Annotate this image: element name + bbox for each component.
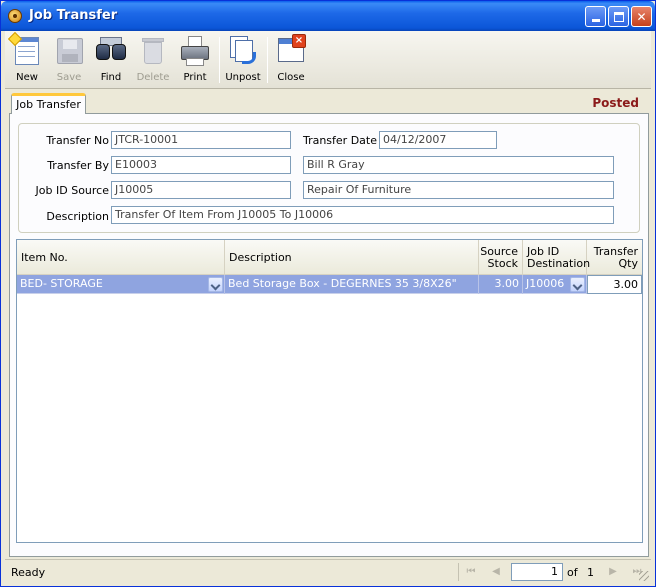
title-bar[interactable]: Job Transfer ✕ — [1, 1, 655, 31]
first-page-icon[interactable]: ⏮ — [464, 565, 478, 579]
window-title: Job Transfer — [29, 8, 118, 23]
transfer-no-field[interactable]: JTCR-10001 — [111, 131, 291, 149]
header-form: Transfer No JTCR-10001 Transfer Date 04/… — [18, 123, 640, 233]
close-button[interactable]: × Close — [271, 34, 311, 88]
delete-label: Delete — [136, 72, 170, 83]
status-separator — [458, 563, 459, 581]
job-id-source-field[interactable]: J10005 — [111, 181, 291, 199]
tab-job-transfer[interactable]: Job Transfer — [11, 93, 86, 114]
tab-strip: Job Transfer — [9, 93, 649, 114]
app-icon[interactable] — [8, 9, 22, 23]
transfer-date-label: Transfer Date — [302, 134, 377, 147]
posted-status-badge: Posted — [592, 96, 639, 110]
page-number-input[interactable]: 1 — [511, 563, 563, 581]
unpost-icon — [226, 34, 260, 68]
col-header-description[interactable]: Description — [225, 240, 479, 275]
save-label: Save — [56, 72, 82, 83]
transfer-items-grid: Item No. Description Source Stock Job ID D… — [16, 239, 643, 543]
page-of-label: of — [567, 566, 578, 579]
minimize-button[interactable] — [585, 6, 606, 27]
cell-transfer-qty[interactable]: 3.00 — [587, 275, 642, 294]
col-header-source-stock[interactable]: Source Stock — [479, 240, 523, 275]
find-label: Find — [100, 72, 122, 83]
printer-icon — [178, 34, 212, 68]
transfer-by-label: Transfer By — [47, 159, 109, 172]
unpost-button[interactable]: Unpost — [223, 34, 263, 88]
close-form-icon: × — [274, 34, 308, 68]
new-label: New — [16, 72, 38, 83]
job-id-source-name-field[interactable]: Repair Of Furniture — [303, 181, 614, 199]
cell-item-no[interactable]: BED- STORAGE — [17, 275, 225, 294]
description-label: Description — [46, 210, 109, 223]
close-icon: ✕ — [636, 9, 647, 24]
table-row[interactable]: BED- STORAGE Bed Storage Box - DEGERNES … — [17, 275, 642, 294]
close-label: Close — [277, 72, 305, 83]
tab-panel: Transfer No JTCR-10001 Transfer Date 04/… — [9, 114, 649, 557]
toolbar: New Save Find Delete Print Unpost × Clos… — [5, 31, 651, 89]
next-page-icon[interactable]: ▶ — [606, 565, 620, 579]
print-button[interactable]: Print — [175, 34, 215, 88]
grid-header: Item No. Description Source Stock Job ID D… — [17, 240, 642, 275]
transfer-no-label: Transfer No — [46, 134, 109, 147]
col-header-transfer-qty[interactable]: Transfer Qty — [587, 240, 642, 275]
cell-source-stock: 3.00 — [479, 275, 523, 294]
close-window-button[interactable]: ✕ — [631, 6, 652, 27]
job-transfer-window: Job Transfer ✕ New Save Find Delete Prin… — [0, 0, 656, 587]
new-button[interactable]: New — [7, 31, 47, 88]
status-bar: Ready ⏮ ◀ 1 of 1 ▶ ⏭ — [5, 559, 651, 583]
new-document-icon — [7, 31, 44, 68]
col-header-item-no[interactable]: Item No. — [17, 240, 225, 275]
page-total: 1 — [587, 566, 594, 579]
transfer-by-field[interactable]: E10003 — [111, 156, 291, 174]
maximize-button[interactable] — [608, 6, 629, 27]
find-button[interactable]: Find — [91, 34, 131, 88]
status-text: Ready — [11, 566, 46, 579]
maximize-icon — [613, 11, 624, 22]
minimize-icon — [591, 19, 600, 22]
floppy-disk-icon — [52, 34, 86, 68]
cell-description[interactable]: Bed Storage Box - DEGERNES 35 3/8X26" — [225, 275, 479, 294]
delete-button[interactable]: Delete — [133, 34, 173, 88]
save-button[interactable]: Save — [49, 34, 89, 88]
print-label: Print — [183, 72, 207, 83]
toolbar-separator — [267, 37, 268, 83]
toolbar-separator — [219, 37, 220, 83]
prev-page-icon[interactable]: ◀ — [489, 565, 503, 579]
resize-grip-icon[interactable] — [639, 571, 649, 581]
job-id-source-label: Job ID Source — [35, 184, 109, 197]
description-field[interactable]: Transfer Of Item From J10005 To J10006 — [111, 206, 614, 224]
transfer-by-name-field[interactable]: Bill R Gray — [303, 156, 614, 174]
recycle-bin-icon — [136, 34, 170, 68]
binoculars-icon — [94, 34, 128, 68]
item-dropdown-button[interactable] — [208, 277, 223, 292]
transfer-date-field[interactable]: 04/12/2007 — [379, 131, 497, 149]
col-header-job-id-destination[interactable]: Job ID Destination — [523, 240, 590, 275]
unpost-label: Unpost — [225, 72, 261, 83]
destination-dropdown-button[interactable] — [570, 277, 585, 292]
